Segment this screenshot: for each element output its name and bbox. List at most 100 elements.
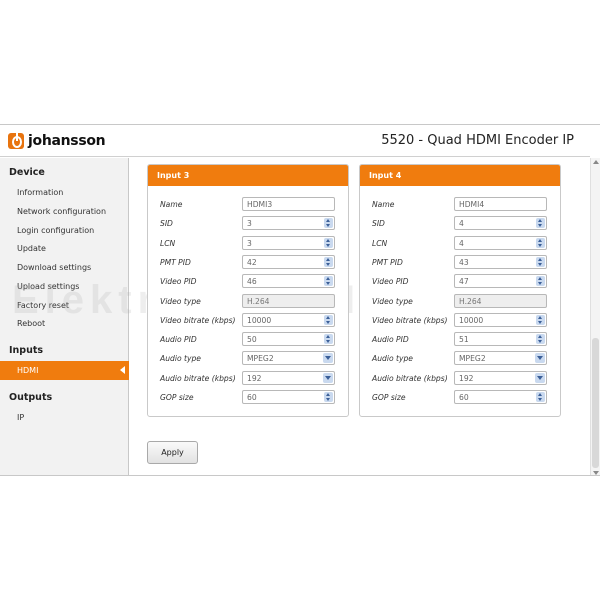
sidebar-item-information[interactable]: Information [17,188,63,197]
form-row-audio-pid: Audio PID 51 [372,332,550,347]
field-value: 46 [247,277,257,287]
field-value: 192 [247,373,262,383]
form-row-sid: SID 4 [372,216,550,231]
audio-type-select[interactable]: MPEG2 [242,351,335,366]
field-value: 60 [459,393,469,402]
form-row-video-bitrate-kbps: Video bitrate (kbps) 10000 [372,312,550,328]
page-title: 5520 - Quad HDMI Encoder IP [381,133,574,148]
apply-button[interactable]: Apply [147,441,198,464]
spinner-arrows-icon[interactable] [536,334,545,345]
audio-pid-stepper[interactable]: 50 [242,332,335,347]
vertical-scrollbar[interactable] [590,158,600,475]
sidebar: Device Information Network configuration… [0,158,129,475]
sidebar-section-device: Device [9,167,45,178]
video-pid-stepper[interactable]: 46 [242,274,335,289]
spinner-arrows-icon[interactable] [324,334,333,345]
spinner-arrows-icon[interactable] [324,256,333,267]
chevron-down-icon[interactable] [535,372,545,383]
johansson-logo-icon [8,133,24,149]
field-label: Video PID [160,277,197,287]
spinner-arrows-icon[interactable] [324,276,333,287]
sidebar-section-outputs: Outputs [9,392,53,403]
field-value: H.264 [459,296,482,306]
audio-pid-stepper[interactable]: 51 [454,332,547,347]
spinner-arrows-icon[interactable] [536,276,545,287]
field-label: PMT PID [160,257,191,267]
scroll-thumb[interactable] [592,338,599,468]
sid-stepper[interactable]: 4 [454,216,547,231]
audio-bitrate-kbps-select[interactable]: 192 [242,370,335,385]
sidebar-item-update[interactable]: Update [17,244,46,253]
gop-size-stepper[interactable]: 60 [242,390,335,404]
form-row-audio-pid: Audio PID 50 [160,332,338,347]
spinner-arrows-icon[interactable] [536,218,545,229]
field-value: 42 [247,257,257,267]
form-row-sid: SID 3 [160,216,338,231]
spinner-arrows-icon[interactable] [324,237,333,248]
chevron-down-icon[interactable] [535,353,545,364]
sid-stepper[interactable]: 3 [242,216,335,231]
scroll-up-icon[interactable] [593,160,599,164]
form-row-name: Name HDMI3 [160,197,338,212]
field-label: Video PID [372,277,409,287]
sidebar-item-download-settings[interactable]: Download settings [17,263,91,272]
sidebar-item-upload-settings[interactable]: Upload settings [17,282,79,291]
field-label: Audio type [372,354,413,364]
sidebar-item-factory-reset[interactable]: Factory reset [17,301,69,310]
spinner-arrows-icon[interactable] [324,392,333,402]
panel-title: Input 3 [148,165,348,186]
spinner-arrows-icon[interactable] [536,314,545,325]
field-value: 192 [459,373,474,383]
lcn-stepper[interactable]: 4 [454,235,547,250]
sidebar-item-label: HDMI [17,366,39,375]
field-value: 51 [459,335,469,345]
pmt-pid-stepper[interactable]: 42 [242,254,335,269]
field-label: SID [372,219,385,229]
video-pid-stepper[interactable]: 47 [454,274,547,289]
scroll-down-icon[interactable] [593,471,599,475]
spinner-arrows-icon[interactable] [536,237,545,248]
chevron-down-icon[interactable] [323,353,333,364]
form-row-audio-bitrate-kbps: Audio bitrate (kbps) 192 [160,370,338,386]
pmt-pid-stepper[interactable]: 43 [454,254,547,269]
form-row-audio-type: Audio type MPEG2 [372,351,550,366]
logo-text: johansson [28,133,106,149]
spinner-arrows-icon[interactable] [536,256,545,267]
field-label: Audio type [160,354,201,364]
form-row-pmt-pid: PMT PID 43 [372,254,550,270]
sidebar-item-hdmi[interactable]: HDMI [0,361,129,380]
sidebar-item-reboot[interactable]: Reboot [17,319,45,328]
name-input[interactable]: HDMI3 [242,197,335,211]
field-label: Audio PID [372,335,409,345]
app-window: johansson 5520 - Quad HDMI Encoder IP De… [0,124,600,476]
field-value: 10000 [247,315,272,325]
field-label: Audio PID [160,335,197,345]
form-row-audio-type: Audio type MPEG2 [160,351,338,366]
caret-left-icon [120,366,125,374]
spinner-arrows-icon[interactable] [536,392,545,402]
audio-type-select[interactable]: MPEG2 [454,351,547,366]
spinner-arrows-icon[interactable] [324,218,333,229]
chevron-down-icon[interactable] [323,372,333,383]
form-row-video-type: Video type H.264 [372,293,550,309]
form-row-lcn: LCN 4 [372,235,550,251]
field-value: H.264 [247,296,270,306]
sidebar-item-network-configuration[interactable]: Network configuration [17,207,106,216]
gop-size-stepper[interactable]: 60 [454,390,547,404]
lcn-stepper[interactable]: 3 [242,235,335,250]
audio-bitrate-kbps-select[interactable]: 192 [454,370,547,385]
video-bitrate-kbps-stepper[interactable]: 10000 [242,312,335,327]
spinner-arrows-icon[interactable] [324,314,333,325]
field-value: 10000 [459,315,484,325]
sidebar-section-inputs: Inputs [9,345,44,356]
field-label: Audio bitrate (kbps) [160,373,236,383]
name-input[interactable]: HDMI4 [454,197,547,211]
form-row-audio-bitrate-kbps: Audio bitrate (kbps) 192 [372,370,550,386]
sidebar-item-ip[interactable]: IP [17,413,24,422]
field-label: Video bitrate (kbps) [160,315,236,325]
sidebar-item-login-configuration[interactable]: Login configuration [17,226,94,235]
video-type-input: H.264 [454,293,547,308]
field-value: MPEG2 [459,354,486,364]
field-label: LCN [372,238,388,248]
video-bitrate-kbps-stepper[interactable]: 10000 [454,312,547,327]
